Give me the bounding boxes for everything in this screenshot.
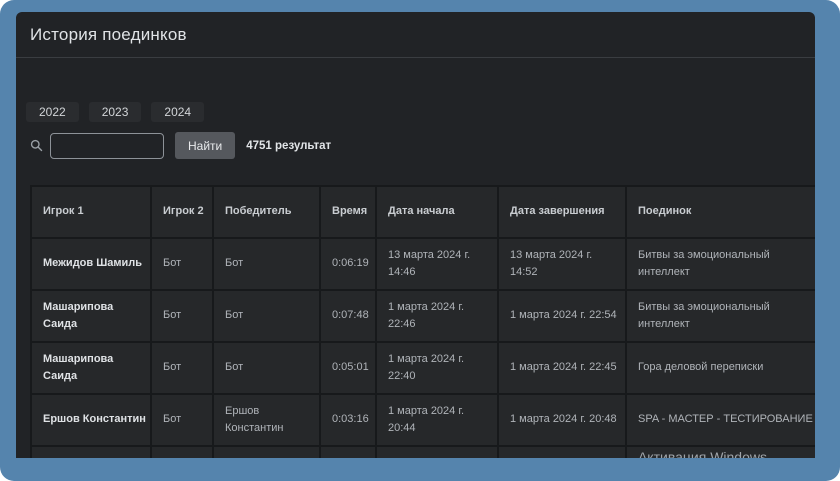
cell-start: 13 марта 2024 г. 14:46 [377,239,497,289]
cell-player1: Ершов Константин [32,447,150,458]
cell-time: 0:06:19 [321,239,375,289]
cell-player2: Бот [152,447,212,458]
table-row: Машарипова Саида Бот Бот 0:07:48 1 марта… [32,291,815,341]
table-row: Машарипова Саида Бот Бот 0:05:01 1 марта… [32,343,815,393]
cell-time: 0:03:16 [321,395,375,445]
cell-winner: Бот [214,343,319,393]
col-header-duel: Поединок [627,187,815,237]
cell-player2: Бот [152,395,212,445]
cell-time: 0:05:01 [321,343,375,393]
tab-2024[interactable]: 2024 [151,102,204,122]
cell-duel: Битвы за эмоциональный интеллект [627,239,815,289]
search-row: Найти 4751 результат [30,132,331,159]
page-title: История поединков [30,25,187,45]
find-button[interactable]: Найти [175,132,235,159]
cell-end: 1 марта 2024 г. 20:48 [499,395,625,445]
cell-player2: Бот [152,343,212,393]
cell-player1: Машарипова Саида [32,291,150,341]
cell-player1: Межидов Шамиль [32,239,150,289]
cell-end: 1 марта 2024 г. 20:37 [499,447,625,458]
col-header-player2: Игрок 2 [152,187,212,237]
cell-winner: Ершов Константин [214,395,319,445]
cell-duel: SPA - МАСТЕР - ТЕСТИРОВАНИЕ [627,395,815,445]
cell-start: 1 марта 2024 г. 20:44 [377,395,497,445]
cell-start: 1 марта 2024 г. 20:33 [377,447,497,458]
cell-duel: Битвы за эмоциональный интеллект [627,291,815,341]
table-row: Ершов Константин Бот Ершов Константин 0:… [32,395,815,445]
cell-time: 0:04:25 [321,447,375,458]
col-header-time: Время [321,187,375,237]
tab-2023[interactable]: 2023 [89,102,142,122]
table-row: Межидов Шамиль Бот Бот 0:06:19 13 марта … [32,239,815,289]
cell-player1: Машарипова Саида [32,343,150,393]
cell-start: 1 марта 2024 г. 22:40 [377,343,497,393]
year-tabs: 2022 2023 2024 [26,102,204,122]
cell-winner: Ершов Константин [214,447,319,458]
search-icon [30,139,43,152]
outer-blue-frame: История поединков 2022 2023 2024 Найти 4… [0,0,840,481]
cell-end: 1 марта 2024 г. 22:54 [499,291,625,341]
table-header-row: Игрок 1 Игрок 2 Победитель Время Дата на… [32,187,815,237]
cell-time: 0:07:48 [321,291,375,341]
cell-player1: Ершов Константин [32,395,150,445]
cell-winner: Бот [214,291,319,341]
cell-duel: Гора деловой переписки [627,343,815,393]
cell-player2: Бот [152,291,212,341]
col-header-winner: Победитель [214,187,319,237]
col-header-end: Дата завершения [499,187,625,237]
cell-end: 13 марта 2024 г. 14:52 [499,239,625,289]
windows-activation-watermark: Активация Windows [638,449,767,458]
col-header-player1: Игрок 1 [32,187,150,237]
app-panel: История поединков 2022 2023 2024 Найти 4… [16,12,815,458]
cell-end: 1 марта 2024 г. 22:45 [499,343,625,393]
cell-start: 1 марта 2024 г. 22:46 [377,291,497,341]
cell-player2: Бот [152,239,212,289]
search-input[interactable] [50,133,164,159]
duels-table: Игрок 1 Игрок 2 Победитель Время Дата на… [30,185,815,458]
title-bar: История поединков [16,12,815,58]
tab-2022[interactable]: 2022 [26,102,79,122]
cell-winner: Бот [214,239,319,289]
results-count: 4751 результат [246,140,331,152]
col-header-start: Дата начала [377,187,497,237]
